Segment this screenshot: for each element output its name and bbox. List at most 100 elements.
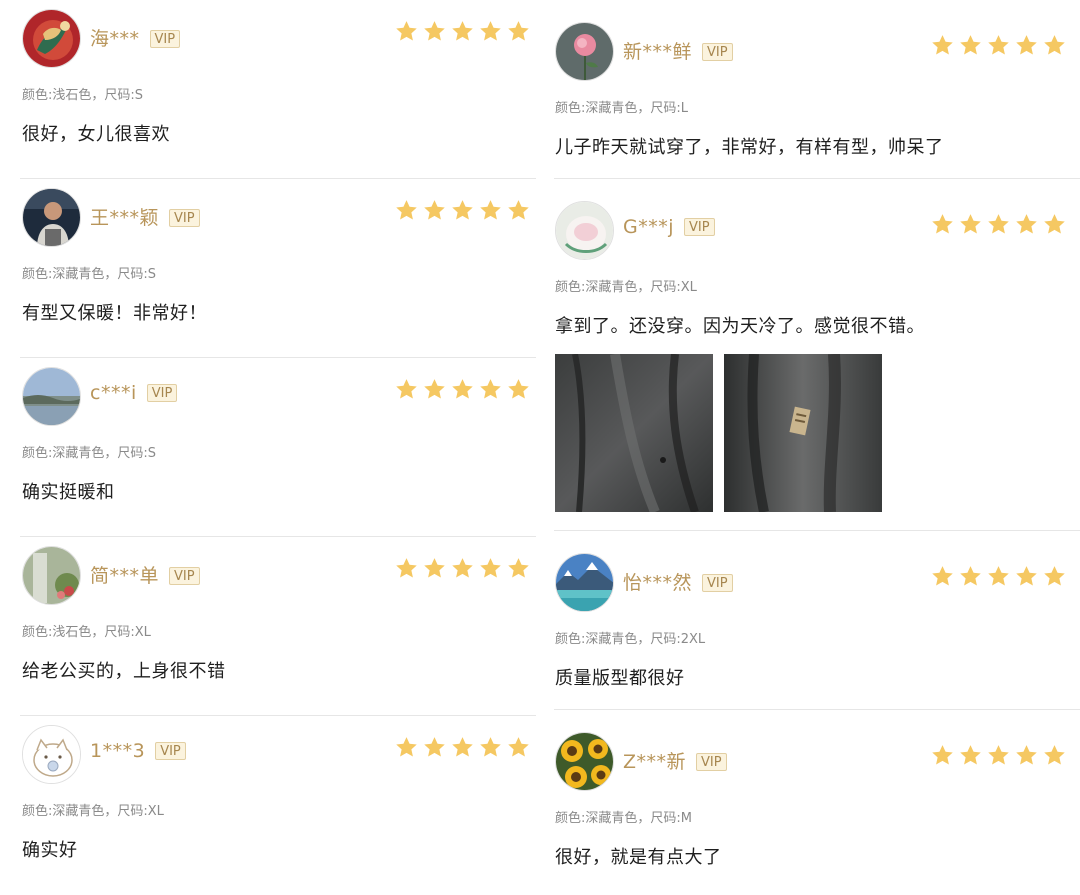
vip-badge: VIP: [155, 742, 186, 760]
avatar[interactable]: [555, 201, 614, 260]
review-photo[interactable]: [555, 354, 713, 512]
star-icon: [987, 744, 1010, 766]
review-comment: 质量版型都很好: [555, 668, 685, 689]
username-text: 海***: [90, 28, 140, 50]
star-icon: [931, 565, 954, 587]
review-item: 新***鲜 VIP 颜色:深藏青色，尺码:L 儿子昨天就试穿了，非常好，有样有型，…: [546, 0, 1080, 179]
username-text: 简***单: [90, 565, 160, 587]
review-comment: 有型又保暖！非常好！: [22, 303, 207, 324]
star-icon: [987, 34, 1010, 56]
star-icon: [395, 736, 418, 758]
star-icon: [987, 213, 1010, 235]
username[interactable]: 王***颖 VIP: [90, 203, 200, 230]
avatar[interactable]: [22, 367, 81, 426]
star-icon: [1015, 34, 1038, 56]
star-icon: [959, 34, 982, 56]
star-icon: [959, 744, 982, 766]
star-icon: [423, 20, 446, 42]
vip-badge: VIP: [169, 567, 200, 585]
product-spec: 颜色:深藏青色，尺码:2XL: [555, 632, 706, 647]
star-icon: [451, 199, 474, 221]
review-comment: 儿子昨天就试穿了，非常好，有样有型，帅呆了: [555, 137, 944, 158]
star-rating: [931, 34, 1066, 56]
star-icon: [479, 557, 502, 579]
username[interactable]: 新***鲜 VIP: [623, 37, 733, 64]
star-icon: [1015, 565, 1038, 587]
review-photo[interactable]: [724, 354, 882, 512]
avatar[interactable]: [555, 22, 614, 81]
vip-badge: VIP: [702, 43, 733, 61]
username[interactable]: 怡***然 VIP: [623, 568, 733, 595]
star-icon: [423, 557, 446, 579]
username-text: 王***颖: [90, 207, 160, 229]
review-comment: 确实挺暖和: [22, 482, 115, 503]
review-item: 王***颖 VIP 颜色:深藏青色，尺码:S 有型又保暖！非常好！: [0, 179, 546, 358]
product-spec: 颜色:浅石色，尺码:XL: [22, 625, 151, 640]
star-rating: [395, 378, 530, 400]
avatar[interactable]: [22, 188, 81, 247]
review-comment: 确实好: [22, 840, 78, 861]
review-comment: 很好，就是有点大了: [555, 847, 722, 868]
star-rating: [395, 557, 530, 579]
avatar[interactable]: [22, 9, 81, 68]
review-photos: [555, 354, 882, 512]
star-icon: [1043, 565, 1066, 587]
star-rating: [931, 744, 1066, 766]
review-item: 怡***然 VIP 颜色:深藏青色，尺码:2XL 质量版型都很好: [546, 531, 1080, 710]
product-spec: 颜色:深藏青色，尺码:S: [22, 446, 157, 461]
product-spec: 颜色:深藏青色，尺码:XL: [22, 804, 164, 819]
star-icon: [507, 736, 530, 758]
vip-badge: VIP: [702, 574, 733, 592]
review-item: 1***3 VIP 颜色:深藏青色，尺码:XL 确实好: [0, 716, 546, 895]
product-spec: 颜色:深藏青色，尺码:S: [22, 267, 157, 282]
username-text: 1***3: [90, 740, 146, 762]
star-icon: [1043, 34, 1066, 56]
review-comment: 给老公买的，上身很不错: [22, 661, 226, 682]
star-icon: [479, 378, 502, 400]
star-icon: [395, 199, 418, 221]
product-spec: 颜色:深藏青色，尺码:L: [555, 101, 689, 116]
star-rating: [395, 199, 530, 221]
star-icon: [395, 20, 418, 42]
username[interactable]: G***j VIP: [623, 216, 715, 238]
star-icon: [395, 557, 418, 579]
review-column-right: 新***鲜 VIP 颜色:深藏青色，尺码:L 儿子昨天就试穿了，非常好，有样有型，…: [546, 0, 1080, 889]
star-icon: [931, 213, 954, 235]
username[interactable]: Z***新 VIP: [623, 747, 727, 774]
username-text: G***j: [623, 216, 675, 238]
review-comment: 很好，女儿很喜欢: [22, 124, 170, 145]
vip-badge: VIP: [169, 209, 200, 227]
username[interactable]: 1***3 VIP: [90, 740, 186, 762]
star-icon: [479, 736, 502, 758]
star-icon: [1015, 744, 1038, 766]
star-icon: [451, 736, 474, 758]
review-item: 简***单 VIP 颜色:浅石色，尺码:XL 给老公买的，上身很不错: [0, 537, 546, 716]
username-text: 怡***然: [623, 572, 693, 594]
star-icon: [423, 378, 446, 400]
avatar[interactable]: [555, 553, 614, 612]
username[interactable]: 简***单 VIP: [90, 561, 200, 588]
review-item: 海*** VIP 颜色:浅石色，尺码:S 很好，女儿很喜欢: [0, 0, 546, 179]
star-rating: [931, 565, 1066, 587]
star-icon: [451, 20, 474, 42]
star-icon: [451, 557, 474, 579]
avatar[interactable]: [22, 725, 81, 784]
review-comment: 拿到了。还没穿。因为天冷了。感觉很不错。: [555, 316, 925, 337]
star-icon: [507, 378, 530, 400]
username[interactable]: 海*** VIP: [90, 24, 181, 51]
username[interactable]: c***i VIP: [90, 382, 178, 404]
star-rating: [395, 736, 530, 758]
star-icon: [507, 199, 530, 221]
star-icon: [1043, 213, 1066, 235]
star-rating: [395, 20, 530, 42]
username-text: 新***鲜: [623, 41, 693, 63]
star-icon: [1015, 213, 1038, 235]
star-icon: [931, 34, 954, 56]
star-icon: [1043, 744, 1066, 766]
vip-badge: VIP: [149, 30, 181, 48]
star-icon: [451, 378, 474, 400]
avatar[interactable]: [555, 732, 614, 791]
product-spec: 颜色:浅石色，尺码:S: [22, 88, 144, 103]
avatar[interactable]: [22, 546, 81, 605]
vip-badge: VIP: [696, 753, 727, 771]
